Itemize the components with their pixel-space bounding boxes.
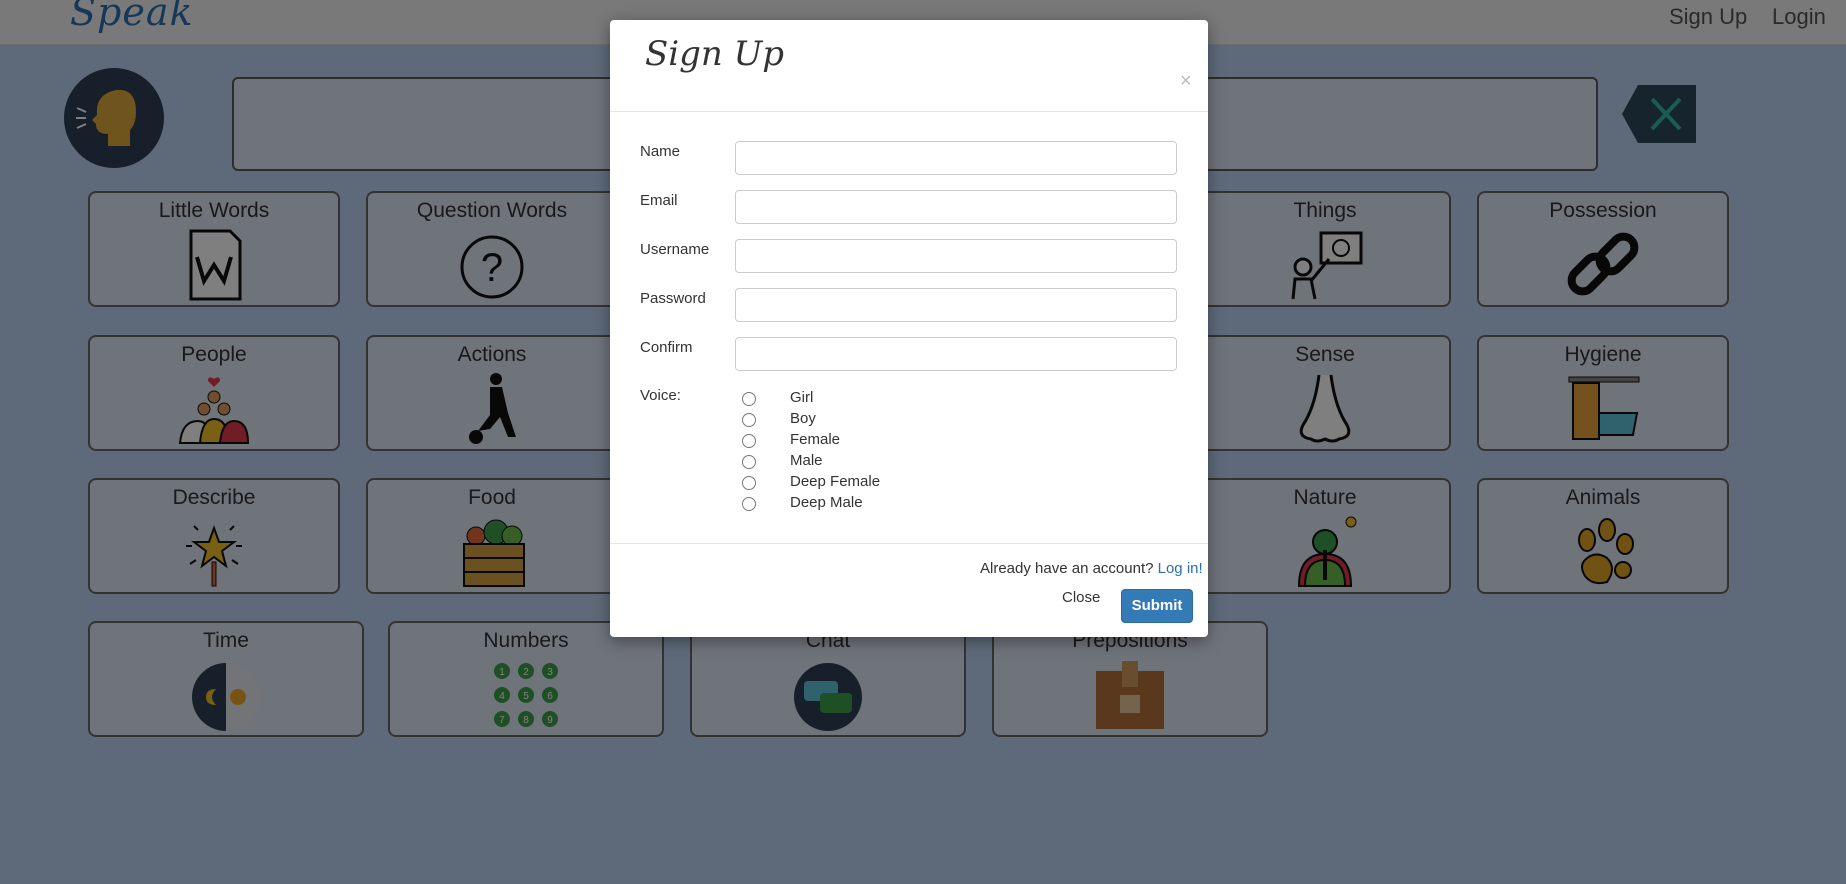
- close-button[interactable]: Close: [1062, 589, 1100, 606]
- radio-label: Male: [790, 452, 823, 469]
- confirm-password-field[interactable]: [735, 337, 1177, 371]
- email-row: Email: [610, 190, 1208, 228]
- login-prompt-text: Already have an account?: [980, 560, 1154, 577]
- username-row: Username: [610, 239, 1208, 277]
- radio-button[interactable]: [742, 455, 756, 469]
- password-label: Password: [640, 290, 706, 307]
- signup-modal: Sign Up × Name Email Username Password C…: [610, 20, 1208, 637]
- username-label: Username: [640, 241, 710, 258]
- modal-title: Sign Up: [645, 34, 785, 74]
- login-prompt: Already have an account? Log in!: [980, 560, 1203, 577]
- email-field[interactable]: [735, 190, 1177, 224]
- modal-header: Sign Up ×: [610, 20, 1208, 112]
- radio-button[interactable]: [742, 476, 756, 490]
- name-field[interactable]: [735, 141, 1177, 175]
- submit-button[interactable]: Submit: [1121, 589, 1193, 623]
- confirm-row: Confirm: [610, 337, 1208, 375]
- radio-button[interactable]: [742, 392, 756, 406]
- password-row: Password: [610, 288, 1208, 326]
- radio-button[interactable]: [742, 434, 756, 448]
- voice-option-deep-male[interactable]: Deep Male: [742, 493, 962, 514]
- voice-option-boy[interactable]: Boy: [742, 409, 962, 430]
- voice-option-girl[interactable]: Girl: [742, 388, 962, 409]
- radio-label: Female: [790, 431, 841, 448]
- email-label: Email: [640, 192, 678, 209]
- radio-label: Deep Male: [790, 494, 863, 511]
- close-icon[interactable]: ×: [1180, 70, 1192, 93]
- password-field[interactable]: [735, 288, 1177, 322]
- voice-label: Voice:: [640, 387, 681, 404]
- radio-button[interactable]: [742, 497, 756, 511]
- confirm-label: Confirm: [640, 339, 693, 356]
- login-link[interactable]: Log in!: [1158, 560, 1203, 577]
- name-row: Name: [610, 141, 1208, 179]
- radio-button[interactable]: [742, 413, 756, 427]
- name-label: Name: [640, 143, 681, 160]
- voice-option-male[interactable]: Male: [742, 451, 962, 472]
- voice-option-female[interactable]: Female: [742, 430, 962, 451]
- username-field[interactable]: [735, 239, 1177, 273]
- radio-label: Girl: [790, 389, 814, 406]
- modal-footer-divider: [610, 543, 1208, 544]
- radio-label: Boy: [790, 410, 816, 427]
- radio-label: Deep Female: [790, 473, 881, 490]
- voice-option-deep-female[interactable]: Deep Female: [742, 472, 962, 493]
